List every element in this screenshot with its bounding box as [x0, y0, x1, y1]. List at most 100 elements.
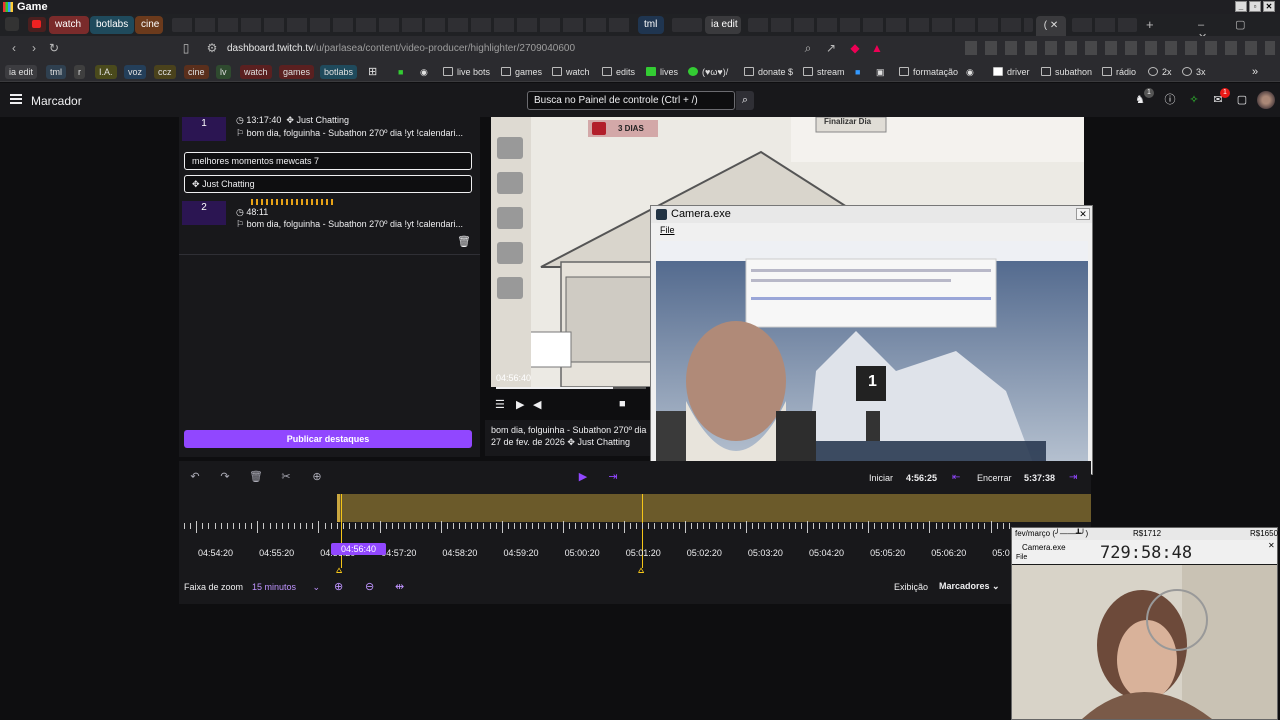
bookmark-favicon-1[interactable]: ■	[398, 65, 403, 79]
volume-icon[interactable]: ◀	[533, 398, 541, 411]
set-start-icon[interactable]: ⇤	[952, 472, 960, 483]
bookmarks-overflow-icon[interactable]: »	[1252, 65, 1258, 79]
bookmark-emoticon[interactable]: (♥ω♥)/	[688, 65, 728, 79]
bookmark-lives[interactable]: lives	[646, 65, 678, 79]
bookmark-subathon[interactable]: subathon	[1041, 65, 1092, 79]
bookmark-tml[interactable]: tml	[46, 65, 66, 79]
bookmark-live-bots[interactable]: live bots	[443, 65, 490, 79]
bookmark-ccz[interactable]: ccz	[154, 65, 176, 79]
chapters-icon[interactable]: ☰	[495, 398, 505, 411]
bookmark-3x[interactable]: 3x	[1182, 65, 1206, 79]
play-icon[interactable]: ▶	[576, 470, 590, 484]
bits-icon[interactable]: ✧	[1187, 93, 1201, 107]
site-info-icon[interactable]: ⚙	[205, 41, 219, 55]
share-icon[interactable]: ↗	[824, 41, 838, 55]
highlight-title-input[interactable]: melhores momentos mewcats 7	[184, 152, 472, 170]
skip-end-icon[interactable]: ⇥	[606, 470, 620, 484]
bookmark-formatacao[interactable]: formatação	[899, 65, 958, 79]
publish-highlights-button[interactable]: Publicar destaques	[184, 430, 472, 448]
range-end-marker[interactable]: ⩟	[638, 565, 644, 576]
bookmark-games-folder[interactable]: games	[501, 65, 542, 79]
tab-group-icons-3[interactable]	[748, 18, 1033, 32]
active-tab[interactable]: ( ✕	[1036, 16, 1066, 36]
bookmark-games[interactable]: games	[279, 65, 315, 79]
small-camera-window[interactable]: fev/março (╯——┻╯) R$1712 R$1650 Camera.e…	[1011, 527, 1278, 720]
new-tab-button[interactable]: +	[1146, 17, 1154, 32]
bookmark-botlabs[interactable]: botlabs	[320, 65, 358, 79]
url-text[interactable]: dashboard.twitch.tv/u/parlasea/content/v…	[227, 43, 575, 54]
bookmark-favicon-3[interactable]: ■	[855, 65, 860, 79]
search-input[interactable]: Busca no Painel de controle (Ctrl + /)	[527, 91, 735, 110]
tab-group-icons-4[interactable]	[1072, 18, 1137, 32]
bookmark-driver[interactable]: driver	[993, 65, 1030, 79]
progress-bar[interactable]	[496, 387, 646, 389]
camera-file-menu[interactable]: File	[651, 223, 1092, 237]
bookmark-favicon-5[interactable]: ◉	[966, 65, 974, 79]
bookmark-ia-edit[interactable]: ia edit	[5, 65, 38, 79]
delete-icon[interactable]: 🗑	[249, 470, 263, 484]
add-clip-icon[interactable]: ⊕	[310, 470, 324, 484]
tab-watch[interactable]: watch	[49, 16, 89, 34]
bookmark-favicon-2[interactable]: ◉	[420, 65, 428, 79]
forward-icon[interactable]: ›	[27, 41, 41, 55]
tab-group-icons-2[interactable]	[672, 18, 702, 32]
clip-1-thumbnail[interactable]: 1	[182, 117, 226, 141]
captions-icon[interactable]: ■	[619, 398, 626, 410]
scissors-icon[interactable]: ✂	[279, 470, 293, 484]
tab-icon[interactable]	[5, 17, 19, 31]
apps-grid-icon[interactable]: ⊞	[368, 65, 377, 79]
bookmark-cine[interactable]: cine	[184, 65, 209, 79]
zoom-in-icon[interactable]: ⊕	[334, 580, 343, 593]
playhead-handle[interactable]: 04:56:40	[331, 543, 386, 555]
bookmark-ia[interactable]: I.A.	[95, 65, 117, 79]
redo-icon[interactable]: ↷	[218, 470, 232, 484]
bookmark-lv[interactable]: lv	[216, 65, 231, 79]
minimize-button[interactable]: _	[1235, 1, 1247, 12]
bookmark-watch[interactable]: watch	[240, 65, 272, 79]
bookmark-favicon-4[interactable]: ▣	[876, 65, 885, 79]
selected-range[interactable]	[337, 494, 1091, 522]
finish-day-button[interactable]: Finalizar Dia	[824, 117, 871, 126]
play-icon[interactable]: ▶	[516, 398, 524, 411]
help-icon[interactable]: ⓘ	[1163, 93, 1177, 107]
tab-youtube[interactable]	[28, 17, 46, 32]
extension-icons[interactable]	[965, 41, 1275, 55]
bookmark-voz[interactable]: voz	[124, 65, 147, 79]
bookmark-icon[interactable]: ▯	[179, 41, 193, 55]
clip-2-thumbnail[interactable]: 2	[182, 201, 226, 225]
camera-close-button[interactable]: ✕	[1076, 208, 1090, 220]
bookmark-radio[interactable]: rádio	[1102, 65, 1136, 79]
range-start-handle[interactable]	[337, 494, 340, 522]
search-button[interactable]: ⌕	[736, 91, 754, 110]
tab-botlabs[interactable]: botlabs	[90, 16, 134, 34]
zoom-icon[interactable]: ⌕	[801, 41, 815, 55]
undo-icon[interactable]: ↶	[188, 470, 202, 484]
range-start-marker[interactable]: ⩟	[336, 565, 342, 576]
bookmark-r[interactable]: r	[74, 65, 85, 79]
tab-group-icons[interactable]	[172, 18, 632, 32]
rewards-icon[interactable]: ▲	[870, 41, 884, 55]
bookmark-2x[interactable]: 2x	[1148, 65, 1172, 79]
camera-window[interactable]: Camera.exe ✕ File 1	[650, 205, 1093, 475]
fit-icon[interactable]: ⇹	[395, 580, 404, 593]
bookmark-edits[interactable]: edits	[602, 65, 635, 79]
brave-shield-icon[interactable]: ◆	[848, 41, 862, 55]
close-window-button[interactable]: ✕	[1263, 1, 1275, 12]
chat-icon[interactable]: ▢	[1235, 93, 1249, 107]
menu-icon[interactable]	[10, 94, 22, 104]
bookmark-stream[interactable]: stream	[803, 65, 845, 79]
delete-clip-icon[interactable]: 🗑	[457, 235, 471, 248]
zoom-out-icon[interactable]: ⊖	[365, 580, 374, 593]
reload-icon[interactable]: ↻	[47, 41, 61, 55]
tab-cine[interactable]: cine	[135, 16, 163, 34]
category-input[interactable]: ✥ Just Chatting	[184, 175, 472, 193]
view-select[interactable]: Marcadores ⌄	[939, 581, 1000, 592]
zoom-select[interactable]: 15 minutos ⌄	[252, 582, 320, 593]
tab-ia-edit[interactable]: ia edit	[705, 16, 741, 34]
tab-tml[interactable]: tml	[638, 16, 664, 34]
back-icon[interactable]: ‹	[7, 41, 21, 55]
avatar[interactable]	[1257, 91, 1275, 109]
bookmark-watch-folder[interactable]: watch	[552, 65, 590, 79]
set-end-icon[interactable]: ⇥	[1069, 472, 1077, 483]
bookmark-donate[interactable]: donate $	[744, 65, 793, 79]
